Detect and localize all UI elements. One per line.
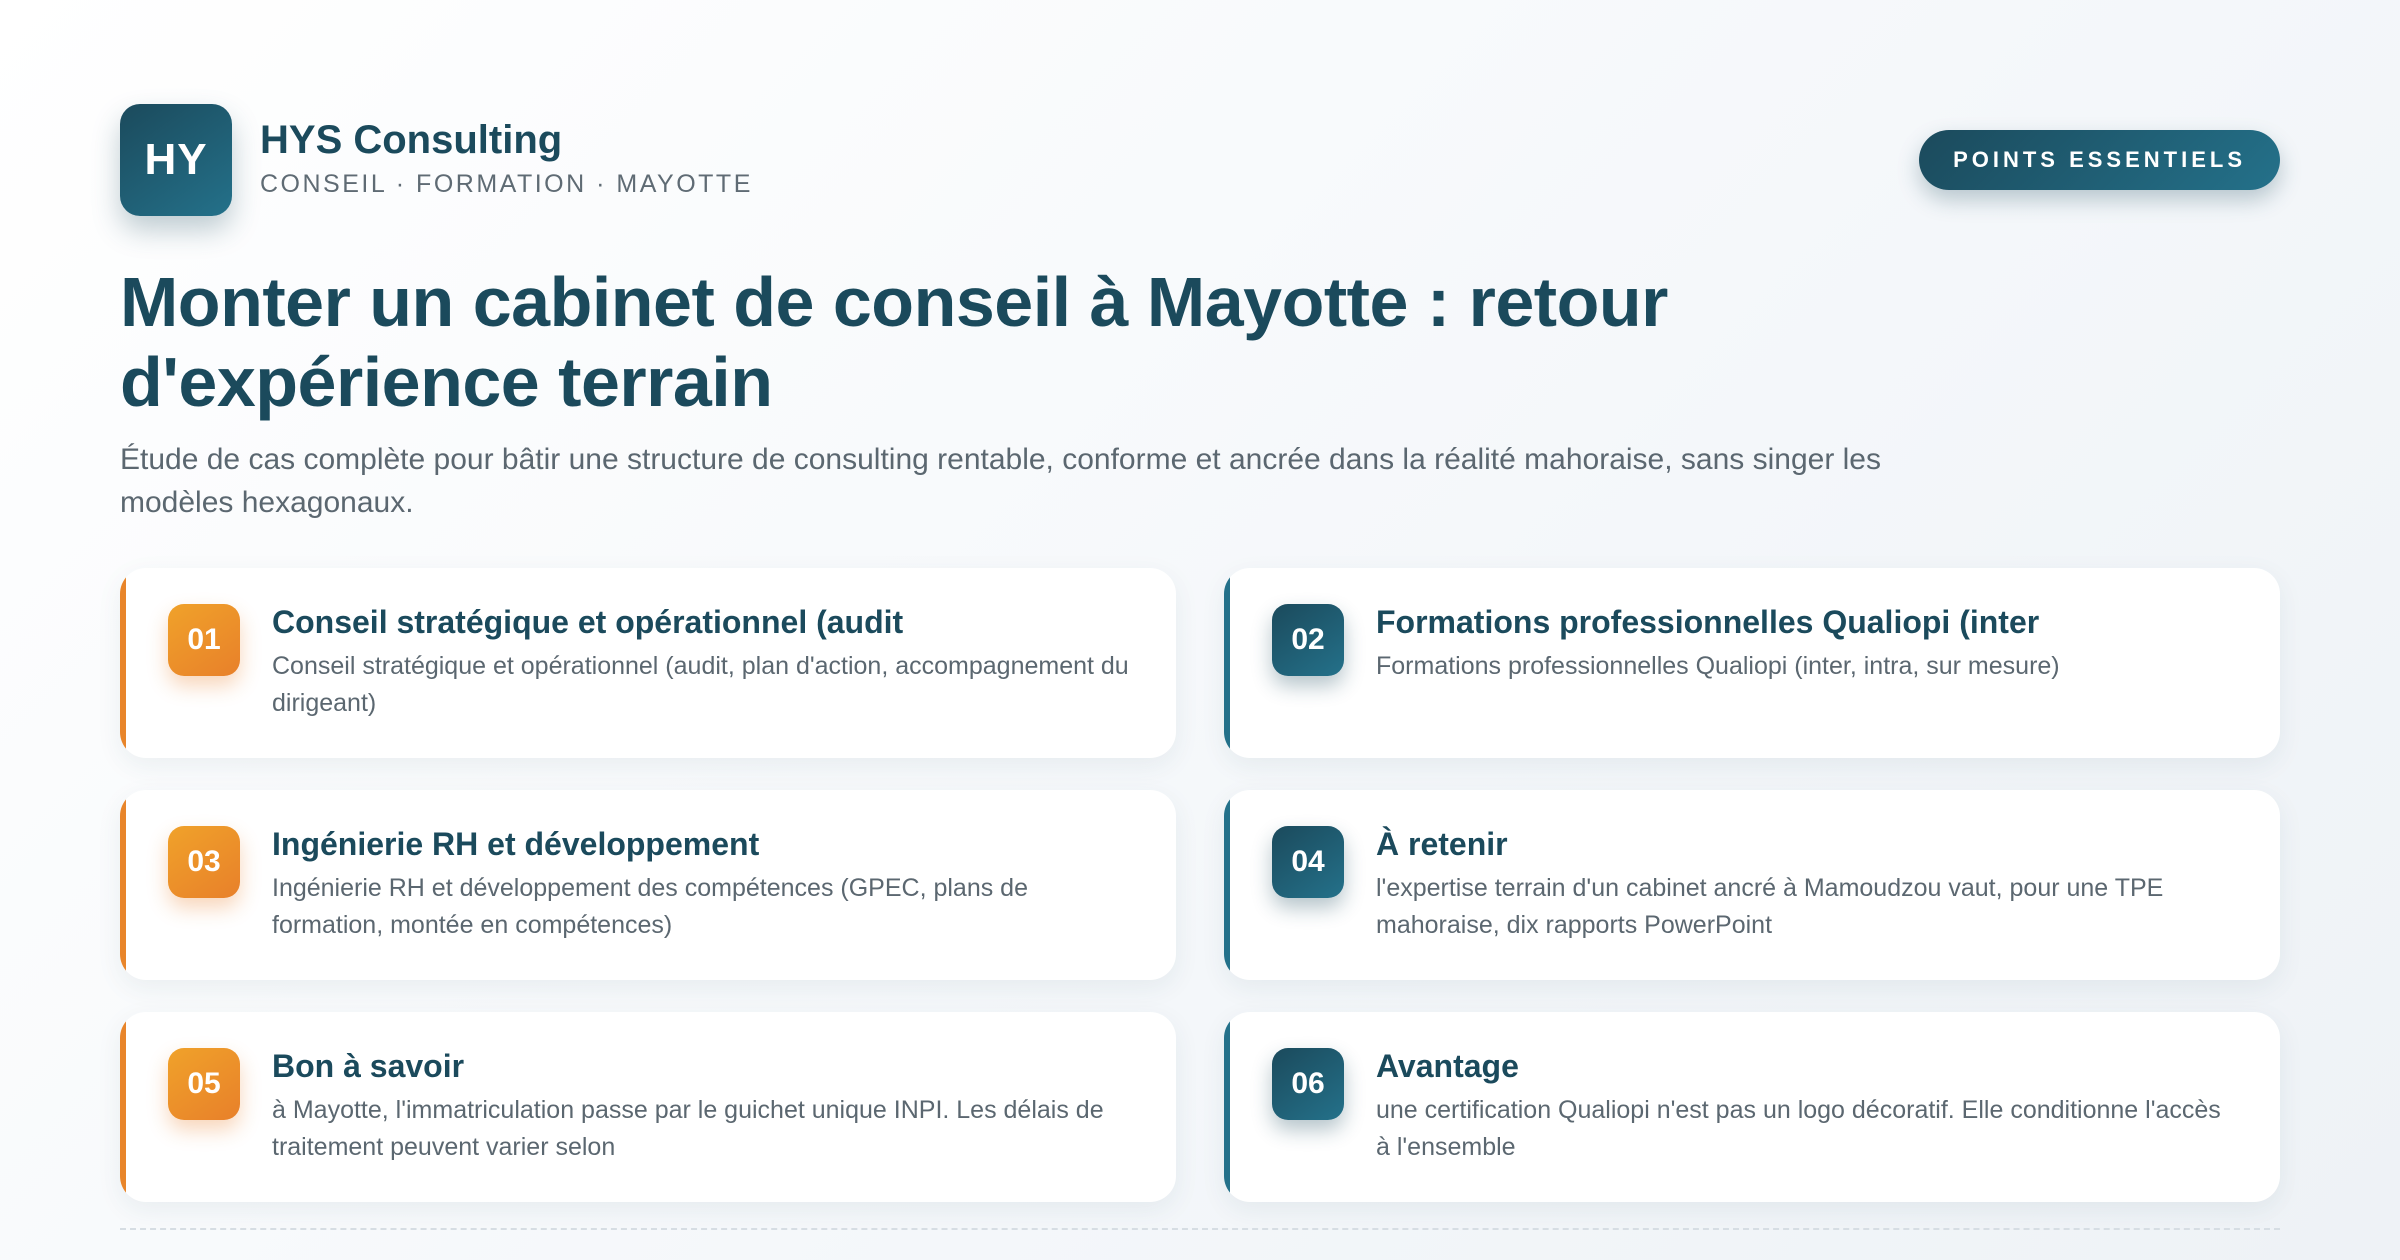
card-body: l'expertise terrain d'un cabinet ancré à… [1376,874,2164,939]
card-title: Ingénierie RH et développement [272,826,760,862]
card-number-badge: 02 [1272,604,1344,676]
card-title: Formations professionnelles Qualiopi (in… [1376,604,2040,640]
brand-name: HYS Consulting [260,118,563,162]
card-title: Conseil stratégique et opérationnel (aud… [272,604,904,640]
card-number-badge: 05 [168,1048,240,1120]
card-text: Formations professionnelles Qualiopi (in… [1376,602,2240,685]
page-container: HY HYS Consulting CONSEIL · FORMATION · … [120,104,2280,1202]
key-point-card-02: 02 Formations professionnelles Qualiopi … [1224,568,2280,758]
card-body: à Mayotte, l'immatriculation passe par l… [272,1096,1104,1161]
card-number-badge: 04 [1272,826,1344,898]
footer-divider [120,1228,2280,1230]
card-body: Conseil stratégique et opérationnel (aud… [272,652,1129,717]
card-text: À retenir l'expertise terrain d'un cabin… [1376,824,2240,944]
card-number-badge: 03 [168,826,240,898]
logo-badge: HY [120,104,232,216]
card-text: Bon à savoir à Mayotte, l'immatriculatio… [272,1046,1136,1166]
brand-tagline: CONSEIL · FORMATION · MAYOTTE [260,170,753,198]
header: HY HYS Consulting CONSEIL · FORMATION · … [120,104,2280,216]
brand-block: HYS Consulting CONSEIL · FORMATION · MAY… [260,118,753,199]
key-point-card-01: 01 Conseil stratégique et opérationnel (… [120,568,1176,758]
card-number-badge: 06 [1272,1048,1344,1120]
card-text: Ingénierie RH et développement Ingénieri… [272,824,1136,944]
card-body: Ingénierie RH et développement des compé… [272,874,1028,939]
key-point-card-04: 04 À retenir l'expertise terrain d'un ca… [1224,790,2280,980]
key-point-card-03: 03 Ingénierie RH et développement Ingéni… [120,790,1176,980]
key-points-grid: 01 Conseil stratégique et opérationnel (… [120,568,2280,1202]
card-title: À retenir [1376,826,1508,862]
card-title: Avantage [1376,1048,1519,1084]
card-text: Conseil stratégique et opérationnel (aud… [272,602,1136,722]
page-subtitle: Étude de cas complète pour bâtir une str… [120,443,1881,519]
card-body: Formations professionnelles Qualiopi (in… [1376,652,2060,680]
card-body: une certification Qualiopi n'est pas un … [1376,1096,2221,1161]
points-essentiels-badge: POINTS ESSENTIELS [1919,130,2280,190]
key-point-card-06: 06 Avantage une certification Qualiopi n… [1224,1012,2280,1202]
page-title: Monter un cabinet de conseil à Mayotte :… [120,263,1668,421]
card-number-badge: 01 [168,604,240,676]
key-point-card-05: 05 Bon à savoir à Mayotte, l'immatricula… [120,1012,1176,1202]
card-text: Avantage une certification Qualiopi n'es… [1376,1046,2240,1166]
card-title: Bon à savoir [272,1048,465,1084]
